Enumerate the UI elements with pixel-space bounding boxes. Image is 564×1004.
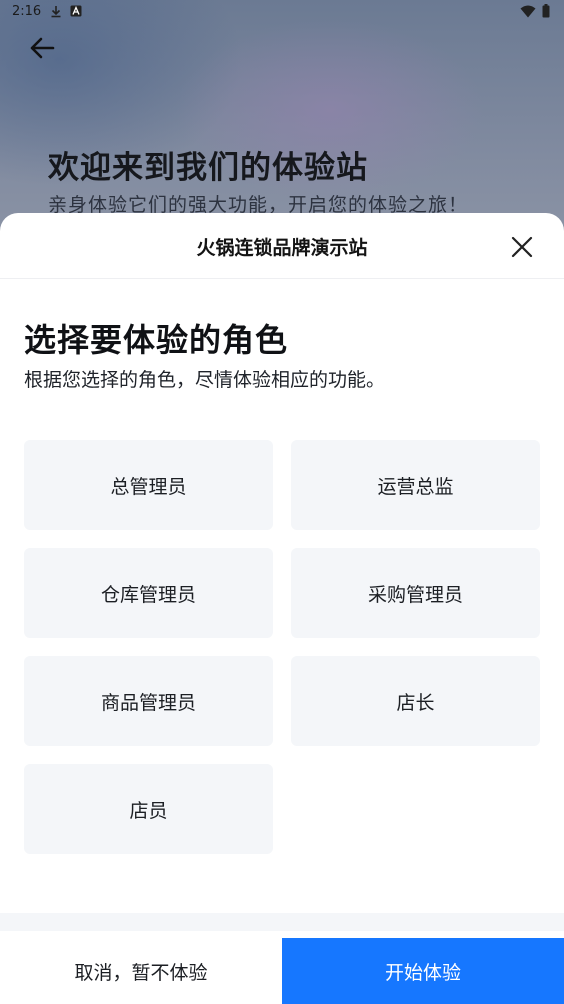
sheet-header: 火锅连锁品牌演示站 xyxy=(0,213,564,279)
role-heading: 选择要体验的角色 xyxy=(24,321,289,359)
download-icon xyxy=(50,5,62,22)
battery-icon xyxy=(542,4,550,22)
sheet-title: 火锅连锁品牌演示站 xyxy=(196,237,368,259)
status-icons-right xyxy=(520,4,550,22)
role-option-store-manager[interactable]: 店长 xyxy=(291,656,540,746)
sheet-footer: 取消，暂不体验 开始体验 xyxy=(0,938,564,1004)
role-option-product-admin[interactable]: 商品管理员 xyxy=(24,656,273,746)
role-option-super-admin[interactable]: 总管理员 xyxy=(24,440,273,530)
start-experience-button[interactable]: 开始体验 xyxy=(282,938,564,1004)
role-grid: 总管理员 运营总监 仓库管理员 采购管理员 商品管理员 店长 店员 xyxy=(24,440,540,854)
role-option-store-clerk[interactable]: 店员 xyxy=(24,764,273,854)
footer-divider xyxy=(0,913,564,931)
status-time: 2:16 xyxy=(12,4,42,19)
wifi-icon xyxy=(520,5,536,22)
status-icons-left xyxy=(50,5,82,22)
role-description: 根据您选择的角色，尽情体验相应的功能。 xyxy=(24,369,386,391)
a-icon xyxy=(70,5,82,22)
close-icon xyxy=(510,235,534,263)
role-option-warehouse-admin[interactable]: 仓库管理员 xyxy=(24,548,273,638)
cancel-button[interactable]: 取消，暂不体验 xyxy=(0,938,282,1004)
status-bar: 2:16 xyxy=(0,0,564,24)
back-button[interactable] xyxy=(24,32,60,68)
role-option-purchasing-admin[interactable]: 采购管理员 xyxy=(291,548,540,638)
welcome-title: 欢迎来到我们的体验站 xyxy=(48,150,368,186)
close-button[interactable] xyxy=(508,235,536,263)
arrow-left-icon xyxy=(28,34,56,66)
role-select-sheet: 火锅连锁品牌演示站 选择要体验的角色 根据您选择的角色，尽情体验相应的功能。 总… xyxy=(0,213,564,1004)
role-option-operations-director[interactable]: 运营总监 xyxy=(291,440,540,530)
